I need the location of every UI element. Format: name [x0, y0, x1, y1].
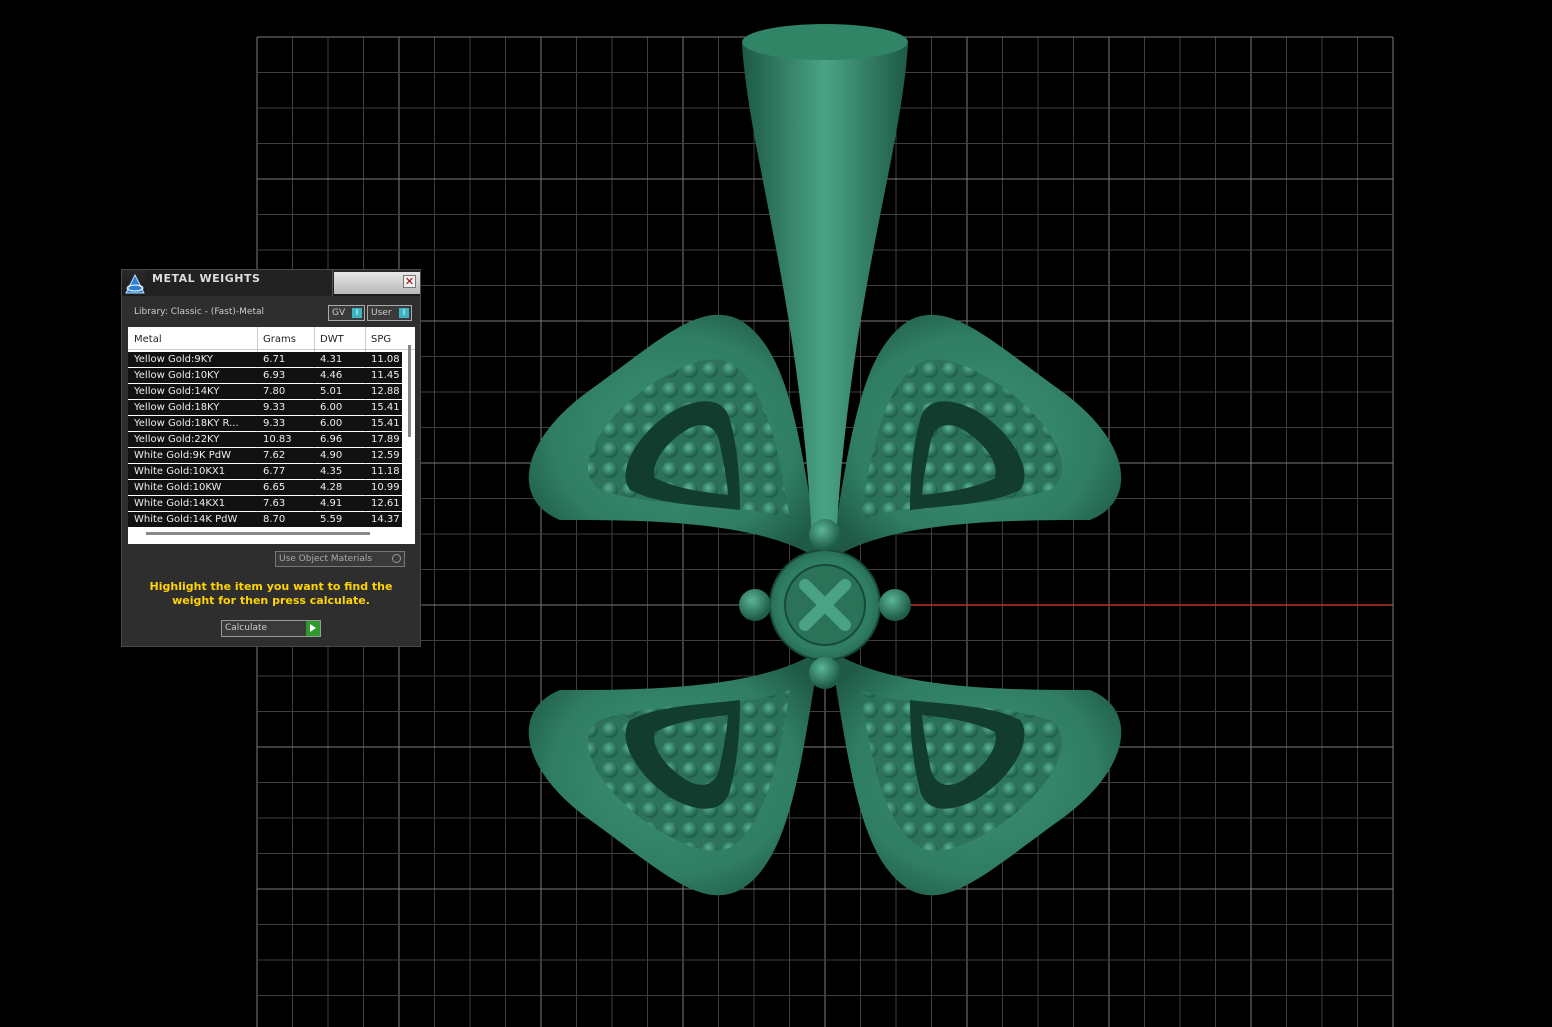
table-cell: 11.08: [371, 354, 400, 365]
table-cell: 11.45: [371, 370, 400, 381]
table-cell: 7.80: [263, 386, 286, 397]
horizontal-scrollbar[interactable]: [146, 532, 370, 535]
table-cell: 4.46: [320, 370, 343, 381]
table-rows: Yellow Gold:9KY 6.71 4.31 11.08 Yellow Gold:…: [128, 352, 402, 528]
table-cell: 4.31: [320, 354, 343, 365]
bail-top-cap: [742, 24, 908, 60]
table-cell: 6.77: [263, 466, 286, 477]
table-row[interactable]: White Gold:9K PdW 7.62 4.90 12.59: [128, 448, 402, 463]
user-toggle-indicator: I: [399, 308, 409, 318]
matrix-logo-icon: [125, 273, 145, 294]
gv-toggle-label: GV: [332, 308, 346, 318]
table-cell: 6.93: [263, 370, 286, 381]
table-cell: 6.96: [320, 434, 343, 445]
table-cell: 12.61: [371, 498, 400, 509]
radio-knob-icon: [392, 554, 401, 563]
clover-leaf-top-right: [830, 314, 1122, 560]
close-icon[interactable]: ✕: [403, 275, 416, 288]
table-row[interactable]: Yellow Gold:18KY R... 9.33 6.00 15.41: [128, 416, 402, 431]
table-cell: 10.83: [263, 434, 292, 445]
table-cell: 5.59: [320, 514, 343, 525]
table-cell: 11.18: [371, 466, 400, 477]
table-cell: Yellow Gold:22KY: [134, 434, 220, 445]
table-row[interactable]: White Gold:10KX1 6.77 4.35 11.18: [128, 464, 402, 479]
vertical-scrollbar[interactable]: [408, 345, 411, 437]
table-cell: Yellow Gold:10KY: [134, 370, 220, 381]
panel-title: METAL WEIGHTS: [152, 272, 261, 285]
table-cell: White Gold:9K PdW: [134, 450, 231, 461]
column-header-metal[interactable]: Metal: [134, 334, 162, 345]
center-bead-bottom: [809, 657, 841, 689]
clover-leaf-bottom-left: [528, 650, 820, 896]
table-row[interactable]: Yellow Gold:10KY 6.93 4.46 11.45: [128, 368, 402, 383]
table-cell: 8.70: [263, 514, 286, 525]
table-cell: 14.37: [371, 514, 400, 525]
table-cell: 4.35: [320, 466, 343, 477]
library-label: Library: Classic - (Fast)-Metal: [134, 307, 265, 317]
table-cell: 15.41: [371, 402, 400, 413]
table-cell: White Gold:10KX1: [134, 466, 226, 477]
gv-toggle[interactable]: GV I: [328, 305, 365, 321]
metal-weights-table[interactable]: Metal Grams DWT SPG Yellow Gold:9KY 6.71 4…: [128, 327, 415, 544]
panel-titlebar[interactable]: METAL WEIGHTS ✕: [122, 270, 420, 296]
table-cell: 9.33: [263, 402, 286, 413]
table-cell: 6.71: [263, 354, 286, 365]
table-cell: 7.62: [263, 450, 286, 461]
use-object-materials-toggle[interactable]: Use Object Materials: [275, 551, 405, 567]
clover-leaf-top-left: [528, 314, 820, 560]
table-cell: 4.28: [320, 482, 343, 493]
table-cell: 4.90: [320, 450, 343, 461]
table-cell: 9.33: [263, 418, 286, 429]
table-cell: 6.65: [263, 482, 286, 493]
table-cell: Yellow Gold:18KY: [134, 402, 220, 413]
use-object-materials-label: Use Object Materials: [279, 554, 373, 564]
center-bead-right: [879, 589, 911, 621]
table-cell: 10.99: [371, 482, 400, 493]
table-row[interactable]: White Gold:10KW 6.65 4.28 10.99: [128, 480, 402, 495]
table-cell: 4.91: [320, 498, 343, 509]
center-bead-left: [739, 589, 771, 621]
table-header: Metal Grams DWT SPG: [128, 327, 415, 350]
table-cell: 7.63: [263, 498, 286, 509]
table-cell: 17.89: [371, 434, 400, 445]
play-arrow-icon: [306, 621, 320, 636]
table-cell: 12.59: [371, 450, 400, 461]
table-cell: 5.01: [320, 386, 343, 397]
user-toggle[interactable]: User I: [367, 305, 412, 321]
column-header-dwt[interactable]: DWT: [320, 334, 344, 345]
table-cell: 12.88: [371, 386, 400, 397]
table-cell: Yellow Gold:18KY R...: [134, 418, 239, 429]
column-header-spg[interactable]: SPG: [371, 334, 391, 345]
table-cell: White Gold:14KX1: [134, 498, 226, 509]
table-cell: 15.41: [371, 418, 400, 429]
table-cell: 6.00: [320, 402, 343, 413]
table-cell: Yellow Gold:14KY: [134, 386, 220, 397]
table-row[interactable]: Yellow Gold:18KY 9.33 6.00 15.41: [128, 400, 402, 415]
column-header-grams[interactable]: Grams: [263, 334, 296, 345]
table-row[interactable]: Yellow Gold:9KY 6.71 4.31 11.08: [128, 352, 402, 367]
center-bead-top: [809, 519, 841, 551]
table-cell: White Gold:10KW: [134, 482, 222, 493]
table-cell: Yellow Gold:9KY: [134, 354, 213, 365]
table-row[interactable]: Yellow Gold:22KY 10.83 6.96 17.89: [128, 432, 402, 447]
gv-toggle-indicator: I: [352, 308, 362, 318]
table-row[interactable]: White Gold:14KX1 7.63 4.91 12.61: [128, 496, 402, 511]
calculate-label: Calculate: [225, 623, 268, 633]
user-toggle-label: User: [371, 308, 392, 318]
table-cell: White Gold:14K PdW: [134, 514, 238, 525]
clover-leaf-bottom-right: [830, 650, 1122, 896]
metal-weights-panel: METAL WEIGHTS ✕ Library: Classic - (Fast…: [121, 269, 421, 647]
table-row[interactable]: Yellow Gold:14KY 7.80 5.01 12.88: [128, 384, 402, 399]
calculate-button[interactable]: Calculate: [221, 620, 321, 637]
table-row[interactable]: White Gold:14K PdW 8.70 5.59 14.37: [128, 512, 402, 527]
table-cell: 6.00: [320, 418, 343, 429]
instruction-text: Highlight the item you want to find the …: [149, 580, 393, 607]
